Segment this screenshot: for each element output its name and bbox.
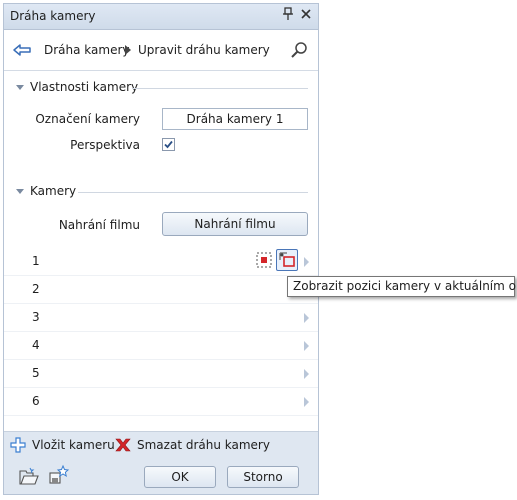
list-item[interactable]: 4 <box>4 331 318 360</box>
checkmark-icon <box>164 140 173 149</box>
section-divider <box>132 88 308 89</box>
list-item[interactable]: 2 <box>4 275 318 304</box>
delete-camera-path-button[interactable]: Smazat dráhu kamery <box>137 438 270 452</box>
camera-label-field[interactable]: Dráha kamery 1 <box>162 108 308 130</box>
section-divider <box>78 192 308 193</box>
perspective-caption: Perspektiva <box>70 138 140 152</box>
camera-number: 3 <box>32 310 40 324</box>
row-expand-arrow-icon[interactable] <box>304 397 309 407</box>
breadcrumb: Dráha kamery Upravit dráhu kamery <box>4 30 318 71</box>
add-camera-button[interactable]: Vložit kameru <box>32 438 115 452</box>
camera-number: 1 <box>32 254 40 268</box>
record-film-button[interactable]: Nahrání filmu <box>162 212 308 236</box>
title-bar: Dráha kamery <box>4 4 318 30</box>
pin-icon[interactable] <box>280 7 296 25</box>
back-arrow-icon[interactable] <box>12 42 32 58</box>
camera-label-caption: Označení kamery <box>35 112 140 126</box>
search-icon[interactable] <box>290 41 308 59</box>
section-cameras-title: Kamery <box>30 184 77 198</box>
focus-camera-icon[interactable] <box>255 251 273 269</box>
open-folder-icon[interactable] <box>18 465 40 487</box>
section-properties-title: Vlastnosti kamery <box>30 80 139 94</box>
window-title: Dráha kamery <box>10 9 96 23</box>
breadcrumb-current: Upravit dráhu kamery <box>138 43 270 57</box>
footer: OK Storno <box>4 458 318 494</box>
row-expand-arrow-icon[interactable] <box>304 313 309 323</box>
plus-icon[interactable] <box>10 437 26 453</box>
show-camera-position-icon[interactable] <box>276 249 298 271</box>
perspective-checkbox[interactable] <box>162 138 175 151</box>
row-expand-arrow-icon[interactable] <box>304 257 309 267</box>
close-icon[interactable] <box>298 7 314 25</box>
row-expand-arrow-icon[interactable] <box>304 369 309 379</box>
camera-number: 2 <box>32 282 40 296</box>
list-item[interactable]: 5 <box>4 359 318 388</box>
row-expand-arrow-icon[interactable] <box>304 341 309 351</box>
record-film-caption: Nahrání filmu <box>58 218 140 232</box>
tooltip: Zobrazit pozici kamery v aktuálním okně <box>287 276 517 297</box>
list-item[interactable]: 3 <box>4 303 318 332</box>
collapse-arrow-icon[interactable] <box>16 85 24 90</box>
camera-number: 4 <box>32 338 40 352</box>
delete-x-icon[interactable] <box>114 436 132 454</box>
camera-number: 6 <box>32 394 40 408</box>
collapse-arrow-icon[interactable] <box>16 189 24 194</box>
camera-number: 5 <box>32 366 40 380</box>
camera-path-panel: Dráha kamery Dráha kamery Upravit dráhu … <box>3 3 319 495</box>
breadcrumb-root-link[interactable]: Dráha kamery <box>44 43 130 57</box>
list-item[interactable]: 6 <box>4 387 318 416</box>
action-bar: Vložit kameru Smazat dráhu kamery <box>4 431 318 458</box>
breadcrumb-separator-icon <box>125 45 131 55</box>
save-favorite-icon[interactable] <box>48 464 70 486</box>
ok-button[interactable]: OK <box>144 466 216 488</box>
cancel-button[interactable]: Storno <box>227 466 299 488</box>
list-item[interactable]: 1 <box>4 247 318 276</box>
